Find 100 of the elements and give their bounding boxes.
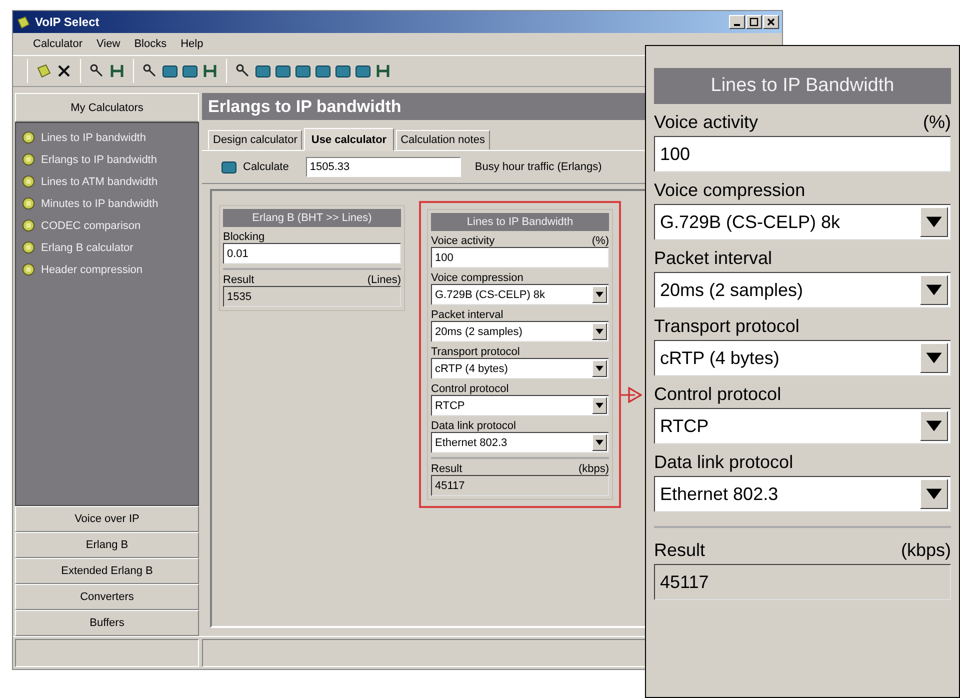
dropdown[interactable]: 20ms (2 samples) — [654, 272, 951, 308]
calculator-icon — [22, 153, 35, 166]
calculator-icon — [22, 219, 35, 232]
field-label: Packet interval — [431, 309, 504, 321]
tab[interactable]: Calculation notes — [396, 130, 490, 150]
block-icon — [221, 159, 237, 175]
calculator-icon — [22, 241, 35, 254]
connector-icon[interactable] — [109, 63, 125, 79]
dropdown[interactable]: RTCP — [431, 395, 609, 416]
field-label: Result — [654, 540, 706, 561]
close-icon[interactable] — [56, 63, 72, 79]
caret-icon — [920, 343, 948, 373]
field-label: Transport protocol — [654, 316, 800, 337]
block-icon[interactable] — [355, 63, 371, 79]
result-field: 45117 — [431, 475, 609, 496]
field-label: Busy hour traffic (Erlangs) — [474, 161, 602, 173]
field-label: Voice compression — [654, 180, 806, 201]
dropdown[interactable]: G.729B (CS-CELP) 8k — [654, 204, 951, 240]
window-title: VoIP Select — [35, 15, 100, 29]
field-label: Voice compression — [431, 272, 524, 284]
menu-item[interactable]: Help — [180, 38, 204, 50]
menu-item[interactable]: Blocks — [134, 38, 167, 50]
dropdown[interactable]: G.729B (CS-CELP) 8k — [431, 284, 609, 305]
section-button[interactable]: Buffers — [15, 610, 199, 636]
note-icon[interactable] — [36, 63, 52, 79]
section-button[interactable]: Converters — [15, 584, 199, 610]
close-button[interactable] — [763, 15, 779, 29]
field-label: Voice activity — [431, 235, 495, 247]
caret-icon — [920, 275, 948, 305]
calculator-icon — [22, 131, 35, 144]
sidebar-header[interactable]: My Calculators — [15, 93, 199, 122]
section-button[interactable]: Voice over IP — [15, 506, 199, 532]
unit-label: (kbps) — [900, 540, 951, 561]
maximize-icon — [749, 17, 759, 27]
close-icon — [766, 17, 776, 27]
dropdown[interactable]: cRTP (4 bytes) — [431, 358, 609, 379]
menu-item[interactable]: Calculator — [33, 38, 83, 50]
block-icon[interactable] — [295, 63, 311, 79]
calculator-icon — [22, 197, 35, 210]
calculator-icon — [22, 263, 35, 276]
sidebar-item[interactable]: Erlangs to IP bandwidth — [41, 154, 157, 166]
result-field: 45117 — [654, 564, 951, 600]
dropdown[interactable]: 20ms (2 samples) — [431, 321, 609, 342]
caret-icon — [920, 207, 948, 237]
field-label: Data link protocol — [654, 452, 794, 473]
field-label: Result — [431, 463, 462, 475]
field-label: Data link protocol — [431, 420, 516, 432]
caret-icon — [592, 360, 607, 377]
block-icon[interactable] — [275, 63, 291, 79]
input-field[interactable]: 1505.33 — [306, 157, 461, 177]
sidebar-item[interactable]: Minutes to IP bandwidth — [41, 198, 158, 210]
caret-icon — [592, 397, 607, 414]
caret-icon — [592, 286, 607, 303]
unit-label: (kbps) — [578, 463, 609, 475]
unit-label: (%) — [592, 235, 609, 247]
minimize-icon — [734, 24, 740, 26]
field-label: Control protocol — [654, 384, 782, 405]
caret-icon — [592, 323, 607, 340]
block-icon[interactable] — [162, 63, 178, 79]
connector-icon[interactable] — [375, 63, 391, 79]
panel-title: Lines to IP Bandwidth — [654, 68, 951, 104]
dropdown[interactable]: Ethernet 802.3 — [431, 432, 609, 453]
sidebar-item[interactable]: Lines to ATM bandwidth — [41, 176, 158, 188]
caret-icon — [920, 479, 948, 509]
tab[interactable]: Design calculator — [208, 130, 302, 150]
app-icon — [16, 14, 31, 30]
dropdown[interactable]: cRTP (4 bytes) — [654, 340, 951, 376]
input-field[interactable]: 100 — [431, 247, 609, 268]
panel-title: Lines to IP Bandwidth — [431, 213, 609, 231]
sidebar-item[interactable]: CODEC comparison — [41, 220, 141, 232]
input-field[interactable]: 0.01 — [223, 243, 401, 264]
dropdown[interactable]: Ethernet 802.3 — [654, 476, 951, 512]
caret-icon — [592, 434, 607, 451]
panel-title: Erlang B (BHT >> Lines) — [223, 209, 401, 227]
block-icon[interactable] — [315, 63, 331, 79]
unit-label: (Lines) — [367, 274, 401, 286]
sidebar-item[interactable]: Lines to IP bandwidth — [41, 132, 146, 144]
connector-icon[interactable] — [202, 63, 218, 79]
field-label: Result — [223, 274, 254, 286]
sidebar-item[interactable]: Header compression — [41, 264, 142, 276]
menu-item[interactable]: View — [96, 38, 120, 50]
block-icon[interactable] — [255, 63, 271, 79]
field-label: Blocking — [223, 231, 265, 243]
maximize-button[interactable] — [746, 15, 762, 29]
minimize-button[interactable] — [729, 15, 745, 29]
calculator-icon — [22, 175, 35, 188]
section-button[interactable]: Extended Erlang B — [15, 558, 199, 584]
section-button[interactable]: Erlang B — [15, 532, 199, 558]
sidebar-item[interactable]: Erlang B calculator — [41, 242, 134, 254]
block-icon[interactable] — [182, 63, 198, 79]
tab[interactable]: Use calculator — [304, 128, 394, 151]
field-label: Control protocol — [431, 383, 509, 395]
input-field[interactable]: 100 — [654, 136, 951, 172]
unit-label: (%) — [923, 112, 951, 133]
field-label: Packet interval — [654, 248, 772, 269]
dropdown[interactable]: RTCP — [654, 408, 951, 444]
result-field: 1535 — [223, 286, 401, 307]
pointer-arrow — [621, 387, 642, 403]
caret-icon — [920, 411, 948, 441]
block-icon[interactable] — [335, 63, 351, 79]
